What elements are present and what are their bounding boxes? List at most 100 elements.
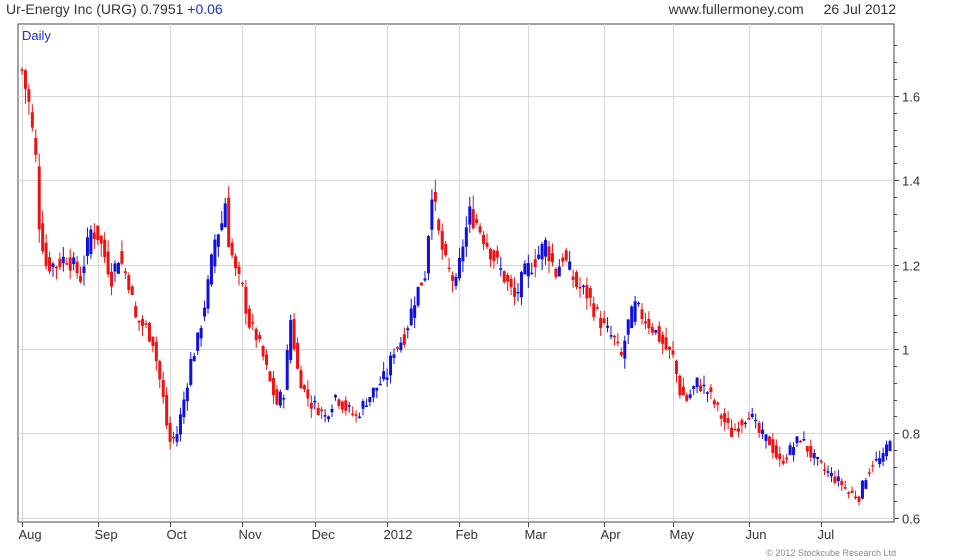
candle-body [798, 440, 802, 443]
candle-body [395, 347, 399, 349]
candle-body [144, 323, 148, 325]
candle-body [206, 279, 210, 309]
candle-body [389, 355, 393, 376]
candle-body [874, 458, 878, 461]
candle-body [754, 419, 758, 422]
candle-body [888, 441, 892, 451]
candle-body [34, 137, 38, 155]
candle-body [244, 286, 248, 314]
candle-body [805, 446, 809, 452]
candle-body [51, 263, 55, 268]
candle-body [392, 354, 396, 358]
candle-body [688, 394, 692, 398]
candle-body [681, 386, 685, 396]
candle-body [323, 415, 327, 417]
candle-body [158, 361, 162, 380]
candle-body [309, 402, 313, 409]
candle-body [668, 346, 672, 350]
candle-body [647, 318, 651, 329]
candle-body [785, 457, 789, 460]
candle-body [692, 386, 696, 389]
candle-body [640, 309, 644, 320]
candle-body [454, 276, 458, 286]
candle-body [223, 203, 227, 228]
candle-body [544, 239, 548, 257]
candle-body [282, 397, 286, 400]
candle-body [475, 219, 479, 224]
candle-body [488, 248, 492, 260]
y-tick-label: 1 [902, 343, 909, 358]
candle-body [723, 413, 727, 423]
candle-body [234, 256, 238, 269]
candle-body [96, 225, 100, 241]
candle-body [172, 436, 176, 439]
candle-body [447, 267, 451, 270]
candle-body [792, 447, 796, 456]
candle-body [850, 490, 854, 493]
candle-body [227, 197, 231, 248]
candle-body [79, 275, 83, 282]
candle-body [199, 327, 203, 339]
candle-body [137, 320, 141, 323]
candle-body [637, 302, 641, 305]
candle-body [595, 307, 599, 309]
candle-body [623, 340, 627, 359]
candle-body [182, 399, 186, 418]
candle-body [299, 370, 303, 389]
candle-body [285, 350, 289, 390]
candle-body [275, 389, 279, 405]
candle-body [626, 319, 630, 335]
candle-body [547, 246, 551, 262]
candle-body [313, 400, 317, 403]
candle-body [72, 257, 76, 265]
candle-body [378, 383, 382, 386]
candle-body [664, 337, 668, 350]
candle-body [533, 259, 537, 268]
candle-body [561, 257, 565, 262]
candle-body [630, 306, 634, 329]
candle-body [502, 271, 506, 283]
candle-body [788, 445, 792, 455]
candle-body [254, 328, 258, 341]
candle-body [413, 305, 417, 318]
candle-body [103, 239, 107, 258]
candle-body [375, 387, 379, 391]
candle-body [451, 275, 455, 281]
candle-body [509, 278, 513, 288]
candle-body [602, 318, 606, 324]
candle-body [292, 319, 296, 350]
candle-body [85, 237, 89, 257]
candle-body [526, 263, 530, 277]
candle-body [344, 400, 348, 411]
candle-body [416, 286, 420, 306]
candle-body [588, 288, 592, 298]
candle-body [878, 458, 882, 465]
candle-body [368, 396, 372, 403]
candle-body [68, 257, 72, 271]
candle-body [761, 429, 765, 435]
candle-body [271, 377, 275, 396]
candle-body [847, 492, 851, 494]
candle-body [871, 465, 875, 467]
candle-body [705, 392, 709, 394]
candle-body [616, 341, 620, 344]
candle-body [82, 266, 86, 274]
candle-body [54, 266, 58, 269]
candle-body [743, 422, 747, 425]
candle-body [364, 405, 368, 408]
candle-body [471, 209, 475, 229]
candle-body [671, 350, 675, 355]
candle-body [599, 317, 603, 329]
candle-body [619, 352, 623, 356]
candle-body [492, 250, 496, 262]
candle-body [513, 287, 517, 297]
candle-body [864, 480, 868, 489]
candle-body [764, 434, 768, 441]
candle-body [433, 191, 437, 202]
candle-body [823, 469, 827, 471]
candle-body [437, 219, 441, 231]
candle-body [141, 319, 145, 326]
candle-body [440, 230, 444, 250]
plot-frame [17, 23, 895, 523]
candle-body [829, 472, 833, 477]
